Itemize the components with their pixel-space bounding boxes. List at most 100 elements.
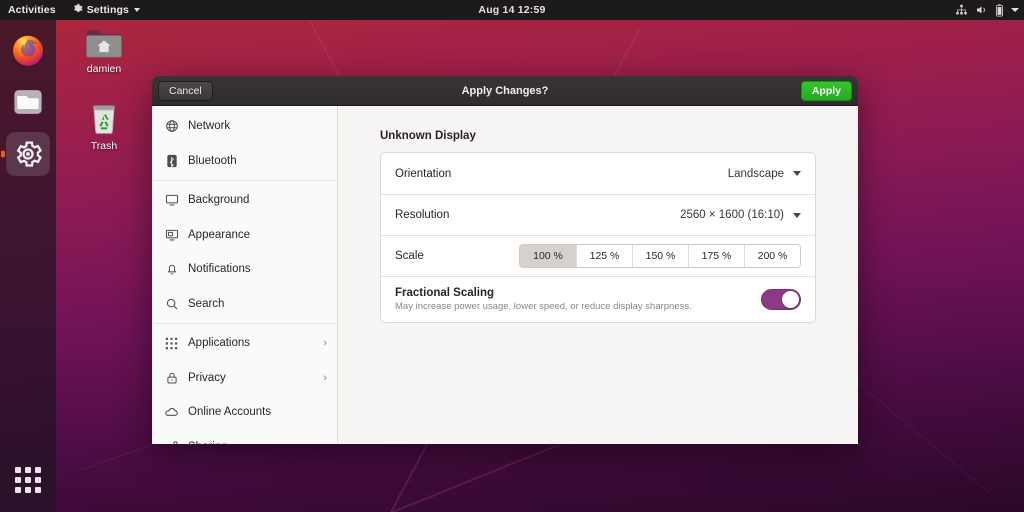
desktop-icon-home-folder[interactable]: damien	[69, 26, 139, 75]
grid-dot	[25, 467, 31, 473]
sidebar-item-label: Notifications	[188, 263, 327, 275]
sidebar-item-online-accounts[interactable]: Online Accounts	[152, 395, 337, 430]
grid-dot	[15, 487, 21, 493]
chevron-down-icon[interactable]	[793, 171, 801, 176]
desktop: Activities Settings Aug 14 12:59	[0, 0, 1024, 512]
scale-option-100[interactable]: 100 %	[520, 245, 576, 267]
grid-dot	[35, 477, 41, 483]
grid-dot	[35, 487, 41, 493]
fractional-scaling-row: Fractional Scaling May increase power us…	[381, 276, 815, 322]
wallpaper-fold	[390, 445, 557, 512]
monitor-icon	[164, 193, 179, 208]
globe-icon	[164, 119, 179, 134]
chevron-down-icon[interactable]	[1011, 8, 1019, 12]
toggle-knob	[782, 291, 799, 308]
grid-dot	[15, 467, 21, 473]
grid-dot	[25, 477, 31, 483]
scale-option-175[interactable]: 175 %	[688, 245, 744, 267]
scale-option-150[interactable]: 150 %	[632, 245, 688, 267]
grid-dot	[15, 477, 21, 483]
display-settings-card: Orientation Landscape Resolution 2560 × …	[380, 152, 816, 323]
dock-item-settings[interactable]	[6, 132, 50, 176]
chevron-right-icon: ›	[323, 372, 327, 384]
dock-item-files[interactable]	[6, 80, 50, 124]
sidebar-item-network[interactable]: Network	[152, 109, 337, 144]
scale-option-200[interactable]: 200 %	[744, 245, 800, 267]
battery-icon	[995, 4, 1004, 17]
dock	[0, 20, 56, 512]
settings-window: Cancel Apply Changes? Apply Network	[152, 76, 858, 444]
search-icon	[164, 296, 179, 311]
chevron-down-icon[interactable]	[793, 213, 801, 218]
scale-segmented-control: 100 % 125 % 150 % 175 % 200 %	[519, 244, 801, 268]
fractional-scaling-toggle[interactable]	[761, 289, 801, 310]
sidebar-item-bluetooth[interactable]: Bluetooth	[152, 144, 337, 179]
gear-icon	[72, 3, 83, 17]
scale-label: Scale	[395, 250, 424, 262]
panel-heading: Unknown Display	[380, 130, 830, 142]
chevron-right-icon: ›	[323, 337, 327, 349]
bluetooth-icon	[164, 153, 179, 168]
network-wired-icon	[955, 4, 968, 16]
sidebar-item-privacy[interactable]: Privacy ›	[152, 361, 337, 396]
system-status-area[interactable]	[955, 0, 1019, 20]
desktop-icon-label: damien	[87, 63, 121, 75]
bell-icon	[164, 262, 179, 277]
app-menu-button[interactable]: Settings	[64, 0, 148, 20]
grid-dot	[25, 487, 31, 493]
window-title: Apply Changes?	[152, 85, 858, 97]
fractional-scaling-text: Fractional Scaling May increase power us…	[395, 287, 692, 312]
appearance-icon	[164, 227, 179, 242]
chevron-down-icon	[134, 8, 140, 12]
fractional-scaling-subtitle: May increase power usage, lower speed, o…	[395, 301, 692, 312]
lock-icon	[164, 370, 179, 385]
settings-sidebar: Network Bluetooth	[152, 106, 338, 444]
orientation-value: Landscape	[728, 168, 784, 180]
clock[interactable]: Aug 14 12:59	[478, 4, 545, 16]
grid-icon	[164, 336, 179, 351]
sidebar-item-applications[interactable]: Applications ›	[152, 326, 337, 361]
scale-row: Scale 100 % 125 % 150 % 175 % 200 %	[381, 235, 815, 276]
sidebar-item-notifications[interactable]: Notifications	[152, 252, 337, 287]
activities-button[interactable]: Activities	[0, 0, 64, 20]
dock-item-firefox[interactable]	[6, 28, 50, 72]
fractional-scaling-title: Fractional Scaling	[395, 287, 692, 299]
grid-dot	[35, 467, 41, 473]
orientation-row[interactable]: Orientation Landscape	[381, 153, 815, 194]
trash-icon	[86, 101, 122, 137]
firefox-icon	[10, 32, 46, 68]
show-applications-button[interactable]	[6, 458, 50, 502]
window-body: Network Bluetooth	[152, 106, 858, 444]
sidebar-item-search[interactable]: Search	[152, 287, 337, 322]
sidebar-item-label: Applications	[188, 337, 314, 349]
sidebar-item-label: Search	[188, 298, 327, 310]
apply-button[interactable]: Apply	[801, 81, 852, 101]
activities-label: Activities	[8, 4, 56, 16]
sidebar-item-sharing[interactable]: Sharing	[152, 430, 337, 445]
orientation-label: Orientation	[395, 168, 451, 180]
home-folder-icon	[84, 26, 124, 60]
cancel-button[interactable]: Cancel	[158, 81, 213, 101]
sidebar-item-label: Bluetooth	[188, 155, 327, 167]
top-bar: Activities Settings Aug 14 12:59	[0, 0, 1024, 20]
sidebar-item-label: Privacy	[188, 372, 314, 384]
desktop-icon-trash[interactable]: Trash	[69, 101, 139, 152]
share-icon	[164, 439, 179, 444]
sidebar-item-background[interactable]: Background	[152, 183, 337, 218]
sidebar-separator	[152, 323, 337, 324]
sidebar-item-appearance[interactable]: Appearance	[152, 218, 337, 253]
scale-option-125[interactable]: 125 %	[576, 245, 632, 267]
window-header-bar: Cancel Apply Changes? Apply	[152, 76, 858, 106]
sidebar-item-label: Sharing	[188, 441, 327, 444]
cloud-icon	[164, 405, 179, 420]
app-menu-label: Settings	[87, 4, 129, 16]
settings-content: Unknown Display Orientation Landscape Re…	[338, 106, 858, 444]
resolution-value: 2560 × 1600 (16:10)	[680, 209, 784, 221]
resolution-row[interactable]: Resolution 2560 × 1600 (16:10)	[381, 194, 815, 235]
sidebar-item-label: Network	[188, 120, 327, 132]
sidebar-item-label: Appearance	[188, 229, 327, 241]
settings-gear-icon	[12, 138, 44, 170]
sidebar-item-label: Background	[188, 194, 327, 206]
files-icon	[11, 85, 45, 119]
volume-icon	[975, 4, 988, 16]
